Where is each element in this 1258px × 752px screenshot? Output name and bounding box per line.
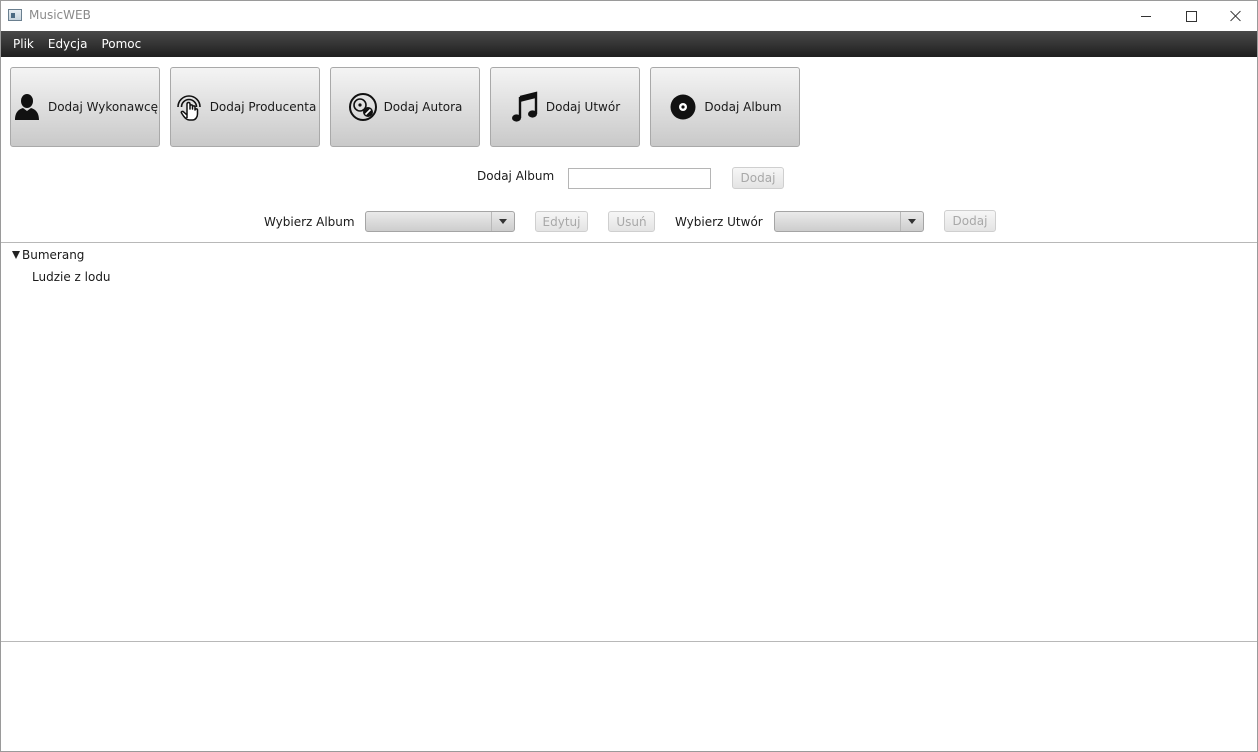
menu-pomoc[interactable]: Pomoc <box>94 31 148 57</box>
album-name-input[interactable] <box>568 168 711 189</box>
touch-hand-icon <box>174 91 204 123</box>
add-album-label: Dodaj Album <box>477 169 555 183</box>
menu-bar: Plik Edycja Pomoc <box>1 31 1257 57</box>
tree-item-root[interactable]: Bumerang <box>12 248 84 262</box>
edit-button[interactable]: Edytuj <box>535 211 588 232</box>
add-author-label: Dodaj Autora <box>383 100 463 114</box>
chevron-down-icon <box>499 219 507 224</box>
minimize-icon <box>1141 15 1151 17</box>
add-performer-button[interactable]: Dodaj Wykonawcę <box>10 67 160 147</box>
bottom-panel <box>1 642 1257 751</box>
add-track-button[interactable]: Dodaj Utwór <box>490 67 640 147</box>
add-album-submit-button[interactable]: Dodaj <box>732 167 784 189</box>
track-select-dropdown-button[interactable] <box>900 212 923 231</box>
maximize-button[interactable] <box>1168 1 1214 31</box>
add-album-toolbar-button[interactable]: Dodaj Album <box>650 67 800 147</box>
minimize-button[interactable] <box>1123 1 1169 31</box>
add-producer-button[interactable]: Dodaj Producenta <box>170 67 320 147</box>
tree-item-root-label: Bumerang <box>22 248 85 262</box>
close-icon <box>1230 10 1242 22</box>
add-author-button[interactable]: Dodaj Autora <box>330 67 480 147</box>
tree-item-child[interactable]: Ludzie z lodu <box>32 270 111 284</box>
album-select-dropdown-button[interactable] <box>491 212 514 231</box>
add-album-toolbar-label: Dodaj Album <box>704 100 782 114</box>
select-track-label: Wybierz Utwór <box>675 215 763 229</box>
maximize-icon <box>1185 10 1197 22</box>
music-note-icon <box>510 91 540 123</box>
add-track-to-album-button[interactable]: Dodaj <box>944 210 996 232</box>
app-icon <box>8 9 22 21</box>
vinyl-disc-icon <box>668 91 698 123</box>
add-performer-label: Dodaj Wykonawcę <box>47 100 159 114</box>
select-album-label: Wybierz Album <box>264 215 355 229</box>
divider-top <box>1 242 1257 243</box>
disc-pen-icon <box>348 91 378 123</box>
chevron-down-icon <box>908 219 916 224</box>
track-select[interactable] <box>774 211 924 232</box>
person-icon <box>12 91 42 123</box>
add-track-label: Dodaj Utwór <box>545 100 621 114</box>
window-title: MusicWEB <box>29 8 91 22</box>
album-select[interactable] <box>365 211 515 232</box>
menu-plik[interactable]: Plik <box>6 31 41 57</box>
delete-button[interactable]: Usuń <box>608 211 655 232</box>
title-bar: MusicWEB <box>1 1 1257 31</box>
close-button[interactable] <box>1213 1 1257 31</box>
add-producer-label: Dodaj Producenta <box>209 100 317 114</box>
menu-edycja[interactable]: Edycja <box>41 31 95 57</box>
app-window: MusicWEB Plik Edycja Pomoc Dodaj Wykonaw… <box>0 0 1258 752</box>
expand-triangle-icon[interactable] <box>12 251 20 259</box>
